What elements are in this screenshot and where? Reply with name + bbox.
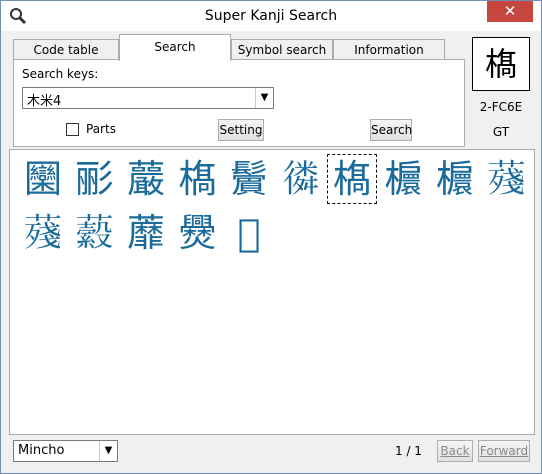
search-keys-combo[interactable]: 木⽶4 ▼ <box>22 87 274 109</box>
results-grid-panel: 圞彨䕾𣘺𩯭𢕸𣘺𣟴𣟴𦺐𦺐𧂔蘼㸑𤗼 <box>9 149 535 435</box>
kanji-code: 2-FC6E <box>479 100 523 114</box>
chevron-down-icon[interactable]: ▼ <box>255 88 273 108</box>
kanji-result-cell[interactable]: 𤗼 <box>224 208 274 258</box>
tab-information[interactable]: Information <box>333 39 445 61</box>
forward-button[interactable]: Forward <box>478 440 530 462</box>
tab-search[interactable]: Search <box>119 34 231 61</box>
back-button[interactable]: Back <box>437 440 473 462</box>
kanji-result-cell[interactable]: 𩯭 <box>224 154 274 204</box>
tab-symbol-search[interactable]: Symbol search <box>231 39 333 61</box>
kanji-result-cell[interactable]: 𣟴 <box>430 154 480 204</box>
back-label: Back <box>440 444 470 458</box>
kanji-result-cell[interactable]: 䕾 <box>121 154 171 204</box>
search-button[interactable]: Search <box>370 119 412 141</box>
page-indicator: 1 / 1 <box>395 444 422 458</box>
font-tag: GT <box>492 125 510 139</box>
kanji-preview: 𣘺 <box>472 37 530 91</box>
title-bar: Super Kanji Search ✕ <box>1 1 541 31</box>
kanji-result-cell[interactable]: 𣟴 <box>379 154 429 204</box>
kanji-result-cell[interactable]: 㸑 <box>173 208 223 258</box>
setting-button[interactable]: Setting <box>218 119 264 141</box>
font-select-value[interactable]: Mincho <box>18 443 64 458</box>
search-keys-value[interactable]: 木⽶4 <box>27 90 61 109</box>
parts-checkbox[interactable] <box>66 123 79 136</box>
kanji-result-cell[interactable]: 𧂔 <box>70 208 120 258</box>
search-panel: Search keys: 木⽶4 ▼ Parts Setting Search <box>13 59 465 147</box>
kanji-result-cell[interactable]: 𦺐 <box>482 154 532 204</box>
kanji-result-cell[interactable]: 𢕸 <box>276 154 326 204</box>
close-button[interactable]: ✕ <box>487 1 533 22</box>
kanji-result-cell[interactable]: 𣘺 <box>173 154 223 204</box>
search-keys-label: Search keys: <box>22 67 99 81</box>
tab-code-table[interactable]: Code table <box>13 39 119 61</box>
kanji-result-cell[interactable]: 彨 <box>70 154 120 204</box>
chevron-down-icon[interactable]: ▼ <box>99 441 117 461</box>
kanji-result-cell[interactable]: 𣘺 <box>327 154 377 204</box>
window-title: Super Kanji Search <box>204 8 338 24</box>
app-window: Super Kanji Search ✕ Code table Search S… <box>0 0 542 474</box>
kanji-result-cell[interactable]: 蘼 <box>121 208 171 258</box>
forward-label: Forward <box>479 444 529 458</box>
font-select[interactable]: Mincho ▼ <box>13 440 118 462</box>
parts-label[interactable]: Parts <box>86 122 116 136</box>
kanji-result-cell[interactable]: 𦺐 <box>18 208 68 258</box>
kanji-result-cell[interactable]: 圞 <box>18 154 68 204</box>
